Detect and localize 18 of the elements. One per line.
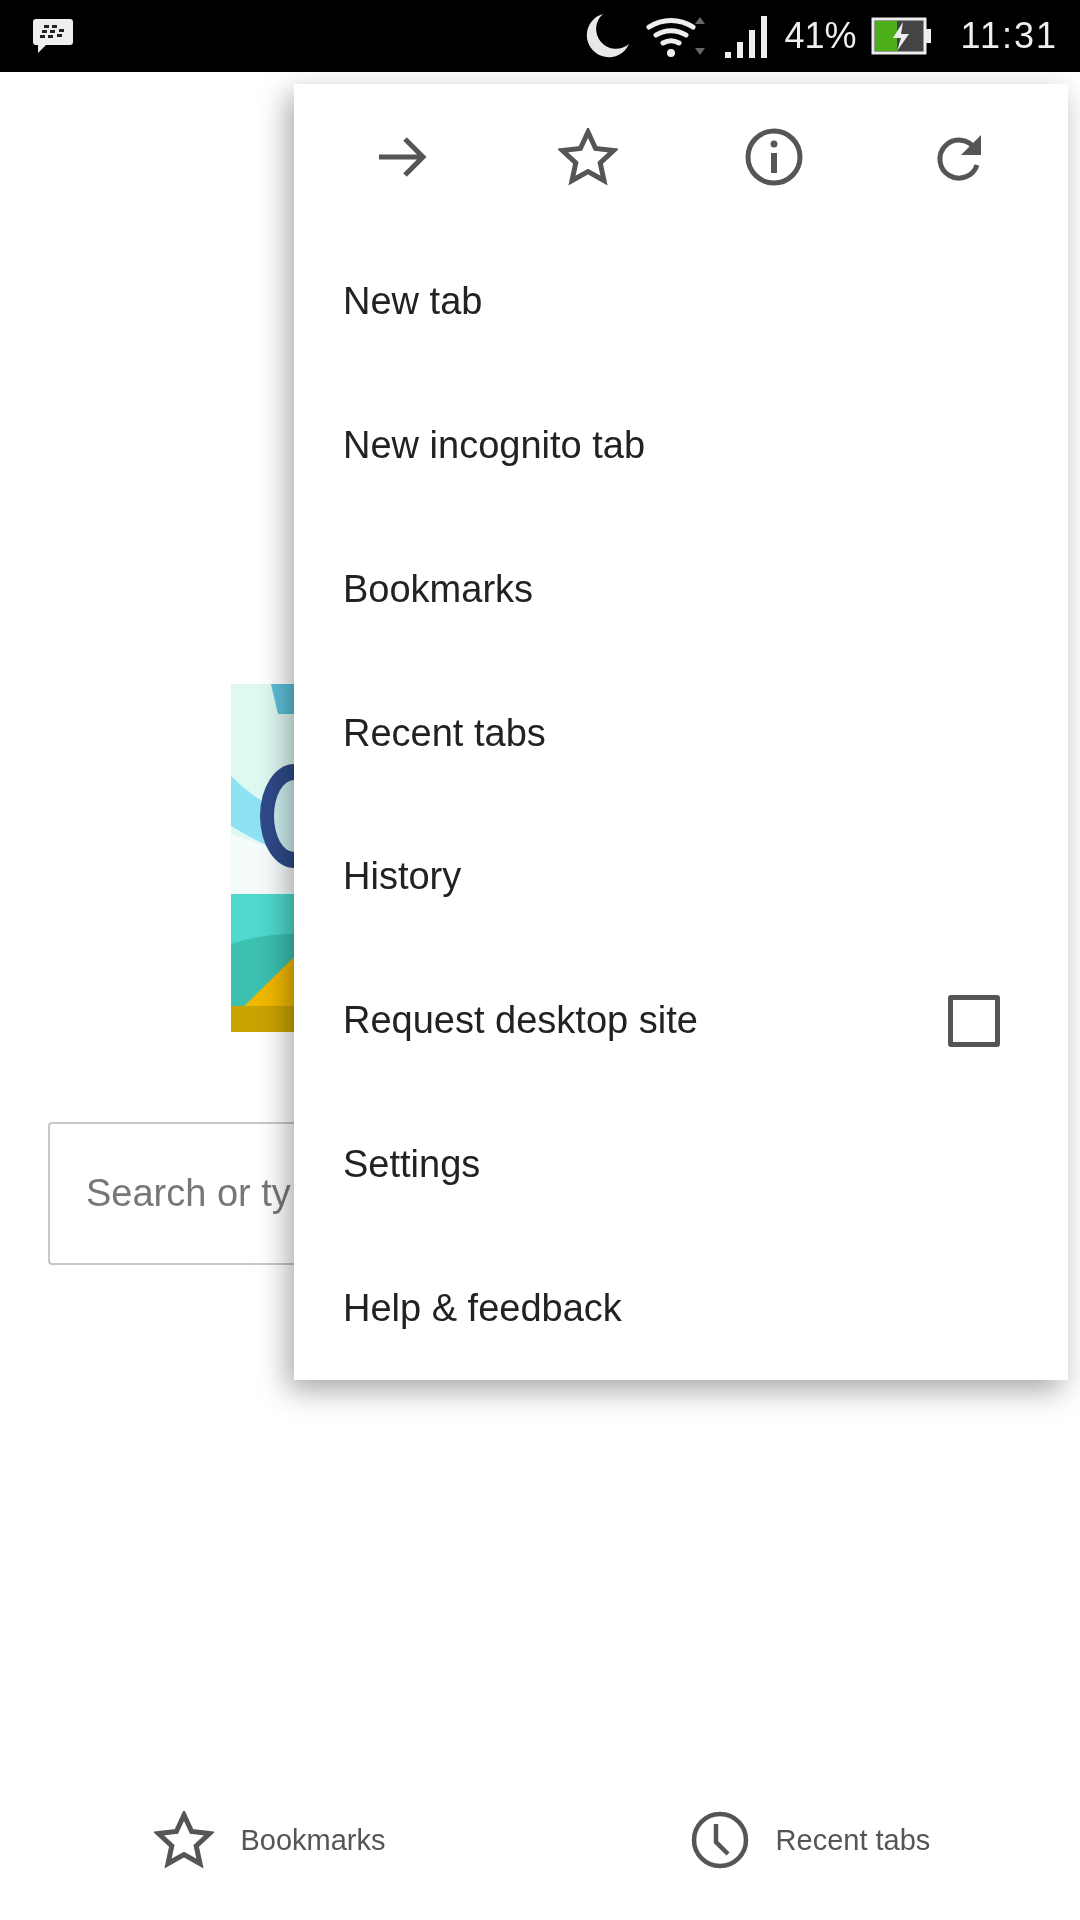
- messenger-icon: [32, 17, 74, 55]
- menu-item[interactable]: Request desktop site: [294, 948, 1068, 1093]
- menu-item[interactable]: New tab: [294, 229, 1068, 374]
- menu-item[interactable]: History: [294, 804, 1068, 949]
- checkbox[interactable]: [948, 994, 1000, 1047]
- battery-percent: 41%: [784, 15, 857, 57]
- star-icon: [154, 1811, 215, 1869]
- shortcut-link[interactable]: Recent tabs: [689, 1810, 931, 1870]
- shortcut-link[interactable]: Bookmarks: [154, 1811, 386, 1869]
- forward-icon[interactable]: [376, 134, 429, 179]
- battery-charging-icon: [870, 17, 933, 55]
- info-icon[interactable]: [743, 126, 804, 187]
- clock-time: 11:31: [960, 15, 1058, 57]
- star-icon[interactable]: [558, 127, 619, 186]
- clock-icon: [689, 1810, 750, 1870]
- menu-item[interactable]: New incognito tab: [294, 373, 1068, 518]
- menu-item[interactable]: Recent tabs: [294, 661, 1068, 805]
- menu-item[interactable]: Bookmarks: [294, 517, 1068, 662]
